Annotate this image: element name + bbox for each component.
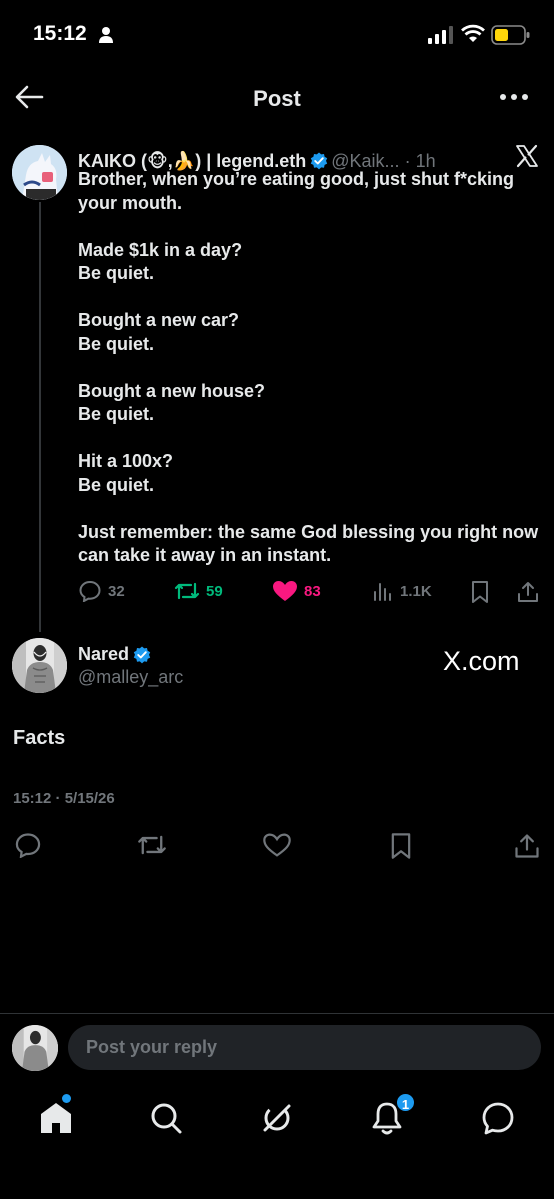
quoted-tweet-text: Brother, when you’re eating good, just s…: [78, 168, 548, 568]
repost-icon[interactable]: [137, 832, 167, 858]
views-button[interactable]: 1.1K: [372, 580, 432, 602]
bookmark-icon: [472, 581, 488, 603]
more-options-icon[interactable]: [498, 86, 530, 108]
tweet-paragraph: Made $1k in a day? Be quiet.: [78, 239, 243, 284]
xcom-watermark: X.com: [443, 646, 520, 676]
tweet-paragraph: Hit a 100x? Be quiet.: [78, 451, 174, 495]
post-author-name[interactable]: Nared: [78, 644, 129, 665]
bottom-navigation: 1: [0, 1090, 554, 1150]
share-icon[interactable]: [513, 832, 541, 860]
reply-button[interactable]: 32: [78, 580, 125, 602]
notification-count-badge: 1: [395, 1092, 416, 1113]
reply-icon: [79, 580, 101, 602]
battery-icon: [491, 25, 530, 45]
tweet-paragraph: Bought a new car? Be quiet.: [78, 310, 240, 354]
post-timestamp: 15:12 · 5/15/26: [13, 790, 115, 807]
repost-button[interactable]: 59: [174, 580, 223, 602]
heart-filled-icon: [273, 581, 297, 601]
search-icon[interactable]: [146, 1098, 186, 1138]
verified-badge-icon: [133, 646, 151, 663]
like-count: 83: [304, 582, 321, 600]
bookmark-button[interactable]: [470, 580, 496, 604]
messages-icon[interactable]: [478, 1098, 518, 1138]
thread-connector-line: [39, 202, 41, 632]
quoted-tweet-actions: 32 59 83 1.1K: [78, 580, 548, 606]
tweet-paragraph: Brother, when you’re eating good, just s…: [78, 169, 515, 213]
post-author-row: Nared: [78, 644, 154, 665]
bookmark-icon[interactable]: [389, 832, 413, 860]
home-icon[interactable]: [36, 1098, 76, 1138]
reply-input[interactable]: [68, 1025, 541, 1070]
share-icon: [518, 582, 538, 602]
page-title: Post: [253, 86, 301, 111]
home-unread-dot: [62, 1094, 71, 1103]
person-icon: [99, 27, 113, 43]
my-avatar[interactable]: [12, 1025, 58, 1071]
cellular-signal-icon: [428, 26, 453, 44]
like-button[interactable]: 83: [272, 580, 321, 602]
tweet-paragraph: Just remember: the same God blessing you…: [78, 521, 539, 566]
share-button[interactable]: [516, 580, 546, 604]
grok-icon[interactable]: [257, 1098, 297, 1138]
heart-outline-icon[interactable]: [262, 832, 292, 858]
repost-icon: [174, 582, 200, 600]
post-text: Facts: [13, 727, 66, 749]
status-time: 15:12: [33, 22, 87, 45]
post-author-handle[interactable]: @malley_arc: [78, 667, 183, 688]
tweet-paragraph: Bought a new house? Be quiet.: [78, 380, 265, 425]
reply-divider: [0, 1013, 554, 1014]
kaiko-avatar[interactable]: [12, 145, 67, 200]
post-actions: [0, 832, 554, 862]
reply-icon[interactable]: [14, 832, 42, 858]
nared-avatar[interactable]: [12, 638, 67, 693]
wifi-icon: [461, 24, 485, 42]
status-bar: 15:12: [0, 0, 554, 64]
repost-count: 59: [206, 582, 223, 600]
top-header: Post: [0, 72, 554, 124]
reply-count: 32: [108, 582, 125, 600]
views-chart-icon: [374, 583, 391, 601]
x-logo-icon: [516, 144, 538, 168]
views-count: 1.1K: [400, 582, 432, 600]
